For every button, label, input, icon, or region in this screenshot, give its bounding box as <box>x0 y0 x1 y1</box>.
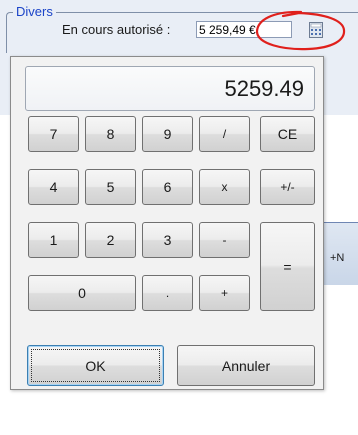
ok-button[interactable]: OK <box>27 345 164 386</box>
key-5[interactable]: 5 <box>85 169 136 205</box>
key-clear-entry[interactable]: CE <box>260 116 315 152</box>
credit-limit-label: En cours autorisé : <box>62 22 171 37</box>
key-add[interactable]: + <box>199 275 250 311</box>
key-2[interactable]: 2 <box>85 222 136 258</box>
key-1[interactable]: 1 <box>28 222 79 258</box>
key-divide[interactable]: / <box>199 116 250 152</box>
key-decimal[interactable]: . <box>142 275 193 311</box>
group-title: Divers <box>13 4 56 20</box>
key-6[interactable]: 6 <box>142 169 193 205</box>
key-7[interactable]: 7 <box>28 116 79 152</box>
calculator-icon[interactable] <box>309 22 323 38</box>
calculator-display: 5259.49 <box>25 66 315 111</box>
key-subtract[interactable]: - <box>199 222 250 258</box>
key-multiply[interactable]: x <box>199 169 250 205</box>
key-equals[interactable]: = <box>260 222 315 311</box>
key-0[interactable]: 0 <box>28 275 136 311</box>
cancel-button-label: Annuler <box>221 357 271 374</box>
key-8[interactable]: 8 <box>85 116 136 152</box>
key-3[interactable]: 3 <box>142 222 193 258</box>
background-strip-label: +N <box>330 252 345 264</box>
key-4[interactable]: 4 <box>28 169 79 205</box>
credit-limit-input[interactable] <box>196 21 292 38</box>
cancel-button[interactable]: Annuler <box>177 345 315 386</box>
key-toggle-sign[interactable]: +/- <box>260 169 315 205</box>
divers-groupbox <box>6 12 358 53</box>
ok-button-label: OK <box>85 357 106 374</box>
key-9[interactable]: 9 <box>142 116 193 152</box>
calculator-popup: 5259.49 7 8 9 / CE 4 5 6 x +/- 1 2 3 - =… <box>10 56 324 390</box>
